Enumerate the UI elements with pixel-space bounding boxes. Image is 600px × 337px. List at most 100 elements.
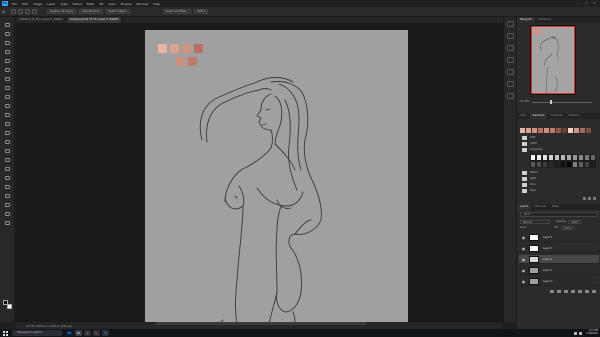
zoom-tool-icon[interactable] bbox=[4, 212, 11, 217]
layer-row[interactable]: ◉ Layer 3 bbox=[519, 244, 599, 253]
intersect-selection-icon[interactable] bbox=[32, 9, 37, 14]
layer-row[interactable]: ◉ Layer 0 bbox=[519, 277, 599, 286]
eye-icon[interactable]: ◉ bbox=[521, 268, 526, 273]
close-icon[interactable]: ✕ bbox=[592, 1, 597, 5]
menu-item-filter[interactable]: Filter bbox=[87, 2, 94, 6]
blend-mode-select[interactable]: Normal bbox=[520, 219, 550, 224]
navigator-thumbnail[interactable] bbox=[530, 25, 576, 95]
new-swatch-icon[interactable] bbox=[588, 197, 591, 200]
link-layers-icon[interactable] bbox=[550, 290, 554, 293]
color-swatch[interactable] bbox=[526, 128, 531, 133]
new-group-icon[interactable] bbox=[583, 197, 586, 200]
frame-tool-icon[interactable] bbox=[4, 77, 11, 82]
brush-tool-icon[interactable] bbox=[4, 104, 11, 109]
tab-color[interactable]: Color bbox=[517, 113, 530, 119]
navigator-zoom-slider[interactable] bbox=[532, 101, 592, 103]
taskbar-search[interactable]: Type here to search bbox=[12, 330, 62, 336]
swatch-folder[interactable]: Pure bbox=[522, 183, 536, 187]
paragraph-icon[interactable] bbox=[507, 93, 514, 99]
fill-input[interactable]: 100% bbox=[560, 225, 574, 230]
tab-histogram[interactable]: Histogram bbox=[535, 17, 554, 23]
move-tool-icon[interactable] bbox=[4, 23, 11, 28]
select-and-mask-button[interactable]: Select and Mask... bbox=[162, 9, 192, 14]
navigator-zoom-value[interactable]: 33.33% bbox=[520, 100, 530, 103]
properties-icon[interactable] bbox=[507, 33, 514, 39]
color-swatch[interactable] bbox=[544, 128, 549, 133]
type-tool-icon[interactable] bbox=[4, 176, 11, 181]
taskbar-app[interactable]: Ps bbox=[66, 330, 73, 336]
trash-icon[interactable] bbox=[592, 290, 596, 293]
network-icon[interactable] bbox=[574, 331, 578, 335]
menu-item-edit[interactable]: Edit bbox=[22, 2, 28, 6]
adjustments-icon[interactable] bbox=[507, 45, 514, 51]
tab-gradients[interactable]: Gradients bbox=[547, 113, 565, 119]
add-selection-icon[interactable] bbox=[18, 9, 23, 14]
taskbar-app[interactable]: ▶ bbox=[93, 330, 100, 336]
menu-item-window[interactable]: Window bbox=[136, 2, 148, 6]
eyedropper-tool-icon[interactable] bbox=[4, 86, 11, 91]
tab-layers[interactable]: Layers bbox=[517, 204, 532, 210]
volume-icon[interactable] bbox=[579, 331, 583, 335]
sample-all-layers-option[interactable]: Sample: All Layers bbox=[47, 9, 77, 14]
marquee-tool-icon[interactable] bbox=[4, 41, 11, 46]
hand-tool-icon[interactable] bbox=[4, 203, 11, 208]
eye-icon[interactable]: ◉ bbox=[521, 235, 526, 240]
menu-item-help[interactable]: Help bbox=[153, 2, 160, 6]
select-subject-button[interactable]: Select Subject bbox=[105, 9, 130, 14]
tab-navigator[interactable]: Navigator bbox=[517, 17, 536, 23]
new-group-icon[interactable] bbox=[578, 290, 582, 293]
menu-item-plugins[interactable]: Plugins bbox=[121, 2, 132, 6]
navigator-view-box[interactable] bbox=[531, 26, 575, 94]
layer-style-icon[interactable] bbox=[557, 290, 561, 293]
eraser-tool-icon[interactable] bbox=[4, 131, 11, 136]
history-brush-icon[interactable] bbox=[4, 122, 11, 127]
trash-icon[interactable] bbox=[593, 197, 596, 200]
healing-brush-icon[interactable] bbox=[4, 95, 11, 100]
clone-stamp-icon[interactable] bbox=[4, 113, 11, 118]
color-swatch[interactable] bbox=[538, 128, 543, 133]
crop-tool-icon[interactable] bbox=[4, 68, 11, 73]
color-swatch[interactable] bbox=[574, 128, 579, 133]
minimize-icon[interactable]: – bbox=[576, 1, 581, 5]
swatch-folder[interactable]: Light bbox=[522, 177, 536, 181]
path-selection-icon[interactable] bbox=[4, 185, 11, 190]
brush-settings-icon[interactable] bbox=[507, 57, 514, 63]
swatch-folder[interactable]: Dark bbox=[522, 189, 536, 193]
swatch-folder[interactable]: RGB bbox=[522, 136, 535, 140]
shape-tool-icon[interactable] bbox=[4, 194, 11, 199]
subtract-selection-icon[interactable] bbox=[25, 9, 30, 14]
windows-start-icon[interactable] bbox=[3, 330, 8, 336]
menu-item-image[interactable]: Image bbox=[33, 2, 42, 6]
swatch-folder[interactable]: Grayscale bbox=[522, 148, 542, 152]
canvas-area[interactable] bbox=[16, 23, 503, 324]
color-swatch[interactable] bbox=[532, 128, 537, 133]
maximize-icon[interactable]: □ bbox=[584, 1, 589, 5]
taskbar-app[interactable]: ⊞ bbox=[75, 330, 82, 336]
taskbar-clock[interactable]: 1:21 PM 1/18/2022 bbox=[586, 329, 598, 336]
libraries-icon[interactable] bbox=[507, 69, 514, 75]
quick-selection-tool-icon[interactable] bbox=[4, 59, 11, 64]
dodge-tool-icon[interactable] bbox=[4, 158, 11, 163]
tab-channels[interactable]: Channels bbox=[531, 204, 549, 210]
edit-toolbar-icon[interactable] bbox=[4, 221, 11, 226]
color-swatch[interactable] bbox=[550, 128, 555, 133]
color-swatch[interactable] bbox=[520, 128, 525, 133]
taskbar-app[interactable]: ◉ bbox=[84, 330, 91, 336]
menu-item-file[interactable]: File bbox=[12, 2, 17, 6]
new-layer-icon[interactable] bbox=[585, 290, 589, 293]
auto-enhance-option[interactable]: Auto-Enhance bbox=[79, 9, 103, 14]
new-selection-icon[interactable] bbox=[11, 9, 16, 14]
taskbar-app[interactable]: ✉ bbox=[102, 330, 109, 336]
color-swatch[interactable] bbox=[556, 128, 561, 133]
background-color-swatch[interactable] bbox=[7, 304, 12, 309]
refine-button[interactable]: Refine bbox=[194, 9, 209, 14]
home-icon[interactable]: ⌂ bbox=[2, 9, 8, 15]
swatch-folder[interactable]: Pastel bbox=[522, 171, 537, 175]
gradient-tool-icon[interactable] bbox=[4, 140, 11, 145]
history-icon[interactable] bbox=[507, 21, 514, 27]
adjustment-layer-icon[interactable] bbox=[571, 290, 575, 293]
tab-patterns[interactable]: Patterns bbox=[566, 113, 582, 119]
opacity-input[interactable]: 100% bbox=[568, 219, 582, 224]
menu-item-type[interactable]: Type bbox=[61, 2, 68, 6]
gray-swatch[interactable] bbox=[590, 161, 596, 168]
